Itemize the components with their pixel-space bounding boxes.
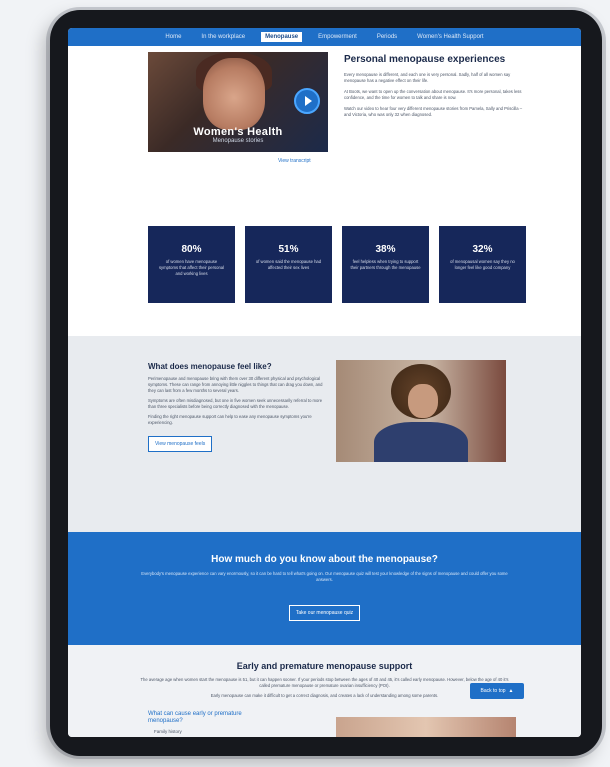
story-text: Personal menopause experiences Every men… xyxy=(344,54,524,123)
nav-item-support[interactable]: Women's Health Support xyxy=(413,32,487,42)
early-photo xyxy=(336,717,516,737)
stat-card: 32% of menopausal women say they no long… xyxy=(439,226,526,303)
quiz-section: How much do you know about the menopause… xyxy=(68,532,581,645)
view-feels-button[interactable]: View menopause feels xyxy=(148,436,213,452)
video-player[interactable]: Women's Health Menopause stories xyxy=(148,52,328,152)
back-to-top-label: Back to top xyxy=(480,688,506,694)
nav-item-workplace[interactable]: In the workplace xyxy=(197,32,249,42)
take-quiz-button[interactable]: Take our menopause quiz xyxy=(288,605,361,621)
story-paragraph: Watch our video to hear four very differ… xyxy=(344,106,523,117)
top-nav: Home In the workplace Menopause Empowerm… xyxy=(68,28,581,46)
feel-paragraph: Perimenopause and menopause bring with t… xyxy=(148,376,323,393)
tablet-screen: Home In the workplace Menopause Empowerm… xyxy=(68,28,581,737)
stats-row: 80% of women have menopause symptoms tha… xyxy=(148,226,526,303)
stat-card: 38% feel helpless when trying to support… xyxy=(342,226,429,303)
feel-paragraph: Finding the right menopause support can … xyxy=(148,414,312,425)
woman-photo xyxy=(336,360,506,462)
early-paragraph: Early menopause can make it difficult to… xyxy=(210,693,439,698)
stat-number: 51% xyxy=(278,244,299,255)
stat-number: 80% xyxy=(181,244,202,255)
stat-description: of menopausal women say they no longer f… xyxy=(450,259,515,270)
video-subtitle: Menopause stories xyxy=(212,138,264,144)
arrow-up-icon: ▲ xyxy=(508,688,514,694)
photo-body xyxy=(374,422,468,462)
stat-description: of women said the menopause had affected… xyxy=(255,259,322,270)
early-heading: Early and premature menopause support xyxy=(236,661,413,671)
nav-item-empowerment[interactable]: Empowerment xyxy=(314,32,361,42)
quiz-heading: How much do you know about the menopause… xyxy=(211,554,438,565)
stat-card: 51% of women said the menopause had affe… xyxy=(245,226,332,303)
stat-number: 38% xyxy=(375,244,396,255)
tablet-frame: Home In the workplace Menopause Empowerm… xyxy=(50,10,602,756)
video-caption: Women's Health Menopause stories xyxy=(148,126,328,144)
stat-description: feel helpless when trying to support the… xyxy=(350,259,421,270)
photo-face xyxy=(408,384,438,418)
stat-description: of women have menopause symptoms that af… xyxy=(158,259,225,276)
story-paragraph: At Boots, we want to open up the convers… xyxy=(344,89,522,100)
early-bullet: Family history xyxy=(154,729,182,734)
back-to-top-button[interactable]: Back to top ▲ xyxy=(470,683,524,699)
feel-paragraph: Symptoms are often misdiagnosed, but one… xyxy=(148,398,323,409)
nav-item-home[interactable]: Home xyxy=(161,32,185,42)
stat-number: 32% xyxy=(472,244,493,255)
stat-card: 80% of women have menopause symptoms tha… xyxy=(148,226,235,303)
nav-item-menopause[interactable]: Menopause xyxy=(261,32,303,42)
early-paragraph: The average age when women start the men… xyxy=(140,677,509,688)
video-thumbnail-face xyxy=(203,58,265,130)
stories-section: Women's Health Menopause stories View tr… xyxy=(68,46,581,226)
menopause-feel-section: What does menopause feel like? Perimenop… xyxy=(68,336,581,532)
early-subheading-link[interactable]: What can cause early or premature menopa… xyxy=(148,711,278,725)
play-icon[interactable] xyxy=(294,88,320,114)
feel-text: What does menopause feel like? Perimenop… xyxy=(148,362,326,452)
quiz-text: Everybody's menopause experience can var… xyxy=(141,571,508,582)
story-heading: Personal menopause experiences xyxy=(344,54,506,65)
nav-item-periods[interactable]: Periods xyxy=(373,32,401,42)
video-title: Women's Health xyxy=(193,126,283,138)
feel-heading: What does menopause feel like? xyxy=(148,362,272,371)
story-paragraph: Every menopause is different, and each o… xyxy=(344,72,511,83)
view-transcript-link[interactable]: View transcript xyxy=(278,158,311,164)
